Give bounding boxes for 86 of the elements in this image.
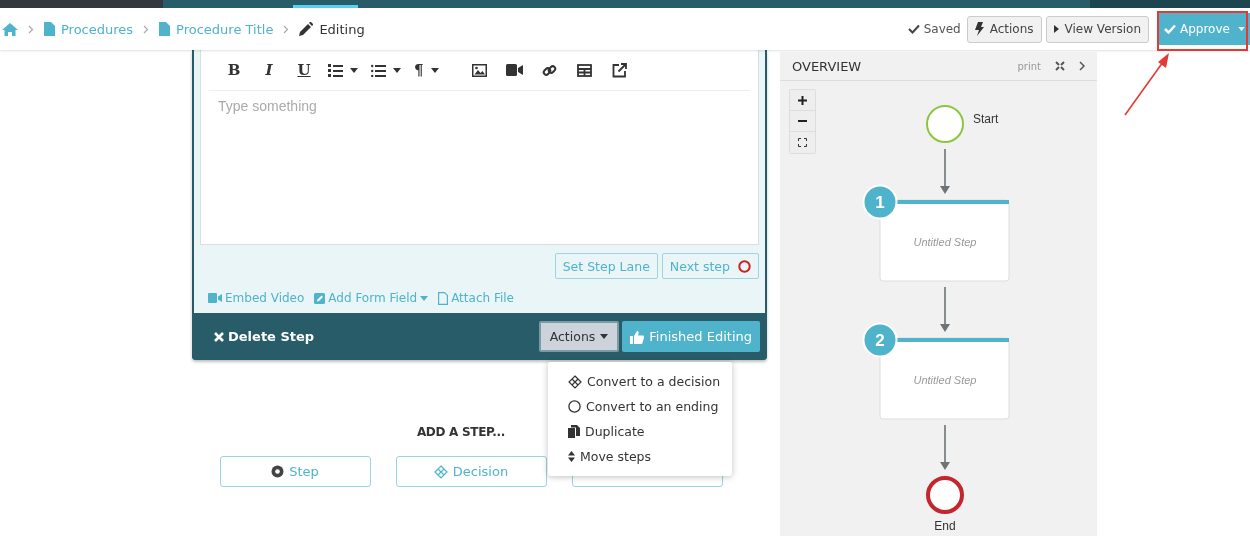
- menu-item[interactable]: Move steps: [548, 444, 732, 469]
- breadcrumb-link[interactable]: Procedures: [61, 21, 134, 37]
- decision-add-button[interactable]: Decision: [395, 456, 547, 487]
- finished-editing-button[interactable]: Finished Editing: [622, 321, 760, 352]
- menu-item[interactable]: Convert to an ending: [548, 394, 732, 419]
- set-lane-button[interactable]: Set Step Lane: [554, 253, 658, 279]
- caret-icon: [1237, 27, 1245, 31]
- chevron-icon: [283, 24, 290, 34]
- caret-icon: [350, 67, 358, 73]
- attachment-link[interactable]: Attach File: [451, 291, 514, 305]
- sort-icon: [568, 451, 575, 462]
- step-title: Untitled Step: [913, 236, 977, 248]
- chevron-icon: [1079, 61, 1085, 71]
- menu-item[interactable]: Duplicate: [548, 419, 732, 444]
- arrow: [940, 286, 950, 332]
- circle-icon: [568, 400, 581, 413]
- step-add-button[interactable]: Step: [219, 456, 371, 487]
- check-icon: [1164, 24, 1176, 34]
- pencil-icon: [299, 22, 314, 36]
- overview-title: OVERVIEW: [792, 58, 863, 74]
- document-icon: [159, 22, 171, 36]
- caret-icon: [393, 67, 401, 73]
- table-icon: [577, 63, 593, 77]
- caret-icon: [430, 67, 439, 73]
- italic-tool[interactable]: I: [258, 56, 280, 84]
- zoom-in-button[interactable]: [790, 90, 815, 111]
- image-icon: [472, 63, 488, 77]
- chevron-icon: [28, 24, 34, 34]
- breadcrumb-link[interactable]: Procedure Title: [176, 21, 274, 37]
- link-icon: [542, 62, 558, 78]
- lightning-icon: [974, 22, 984, 36]
- step-number: 1: [875, 193, 885, 212]
- step-number: 2: [875, 331, 885, 350]
- end-node: [926, 476, 964, 514]
- bullet-list-icon: [371, 63, 386, 77]
- home-icon: [2, 22, 18, 36]
- file-icon: [438, 291, 449, 305]
- breadcrumb-current: Editing: [319, 21, 365, 37]
- video-camera-icon: [506, 64, 524, 76]
- attachment-link[interactable]: Embed Video: [225, 291, 305, 305]
- active-tab-indicator: [293, 5, 358, 8]
- plus-icon: [798, 95, 807, 105]
- step-number-badge: [862, 184, 898, 220]
- dot-circle-icon: [271, 465, 285, 478]
- copy-icon: [568, 425, 580, 438]
- view-version-button[interactable]: View Version: [1045, 15, 1149, 43]
- start-node: [926, 105, 964, 143]
- thumbs-up-icon: [630, 329, 645, 344]
- diamond-icon: [568, 374, 582, 389]
- actions-button[interactable]: Actions: [966, 15, 1042, 43]
- bold-tool[interactable]: B: [223, 56, 245, 84]
- chevron-icon: [143, 24, 150, 34]
- caret-icon: [420, 295, 429, 301]
- actions-dropdown[interactable]: Actions: [538, 321, 620, 352]
- minus-icon: [798, 120, 807, 122]
- external-link-icon: [612, 62, 628, 78]
- underline-tool[interactable]: U: [293, 56, 315, 84]
- fullscreen-icon: [798, 138, 807, 147]
- close-icon: [214, 331, 224, 342]
- circle-icon: [738, 259, 751, 273]
- expand-icon: [1055, 61, 1065, 71]
- node-label: End: [934, 519, 956, 533]
- numbered-list-icon: [328, 63, 343, 77]
- caret-icon: [600, 334, 609, 339]
- edit-icon: [314, 292, 326, 304]
- arrow: [940, 148, 950, 194]
- check-icon: [907, 24, 920, 34]
- play-icon: [1053, 25, 1059, 33]
- next-step-button[interactable]: Next step: [661, 253, 759, 279]
- step-number-badge: [862, 322, 898, 358]
- arrow: [940, 424, 950, 470]
- video-camera-icon: [208, 293, 222, 303]
- node-label: Start: [973, 112, 999, 126]
- editor-placeholder[interactable]: Type something: [201, 91, 317, 114]
- diamond-icon: [433, 464, 448, 479]
- saved-status: Saved: [923, 22, 961, 36]
- approve-button[interactable]: Approve: [1157, 13, 1250, 45]
- attachment-link[interactable]: Add Form Field: [328, 291, 429, 305]
- menu-item[interactable]: Convert to a decision: [548, 369, 732, 394]
- paragraph-tool[interactable]: ¶: [414, 56, 439, 84]
- annotation-arrow: [1124, 53, 1169, 116]
- document-icon: [44, 22, 55, 36]
- add-step-heading: ADD A STEP...: [416, 425, 506, 439]
- step-title: Untitled Step: [913, 374, 977, 386]
- delete-step-button[interactable]: Delete Step: [208, 328, 321, 345]
- print-link[interactable]: print: [1017, 60, 1041, 72]
